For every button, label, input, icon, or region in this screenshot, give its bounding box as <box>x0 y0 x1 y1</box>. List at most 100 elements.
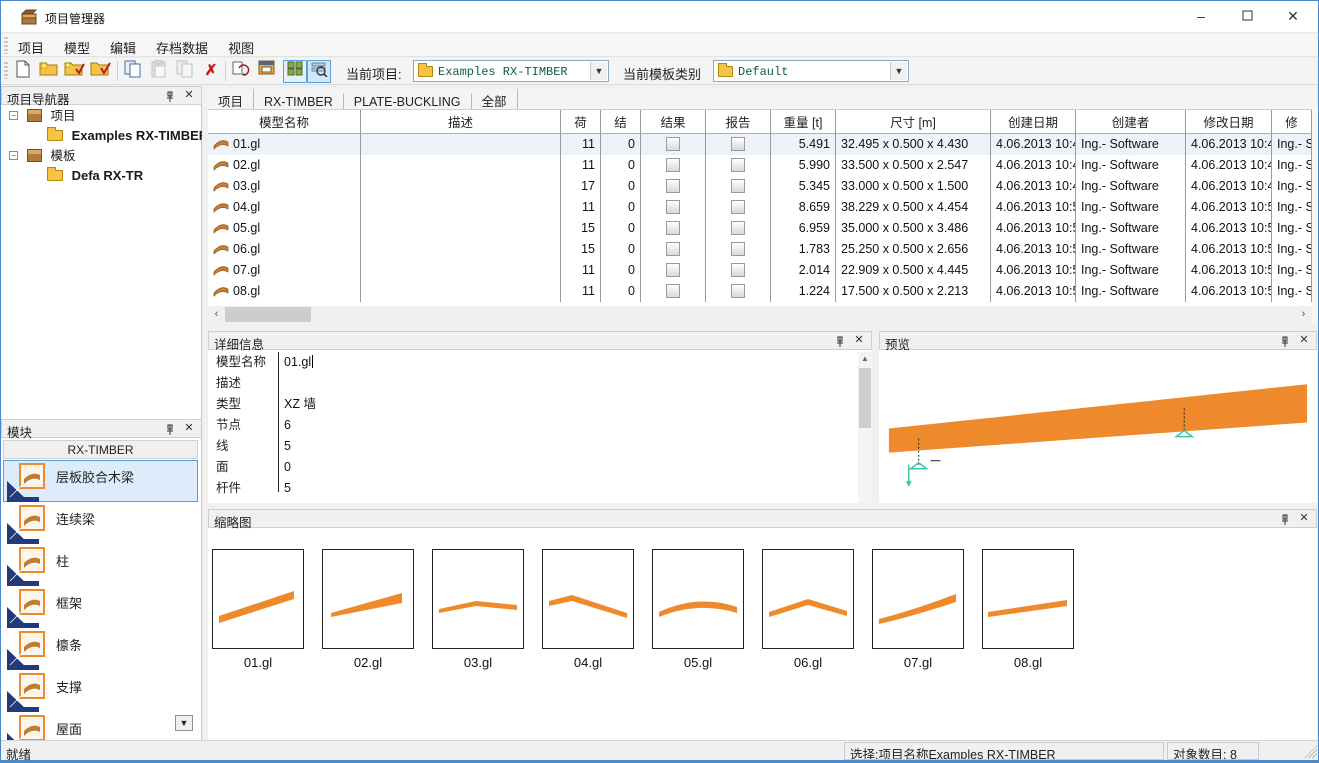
scroll-right-icon[interactable]: › <box>1295 306 1312 323</box>
tree-node-1[interactable]: Examples RX-TIMBER <box>1 126 201 146</box>
pin-icon[interactable] <box>1278 513 1292 527</box>
column-header-11[interactable]: 修 <box>1272 110 1312 134</box>
results-checkbox[interactable] <box>666 263 680 277</box>
close-panel-icon[interactable]: ✕ <box>852 333 866 347</box>
table-row[interactable]: 04.gl1108.65938.229 x 0.500 x 4.4544.06.… <box>208 197 1312 218</box>
details-vertical-scrollbar[interactable]: ▲ <box>858 352 872 503</box>
scrollbar-thumb[interactable] <box>225 307 311 322</box>
thumbnail-03.gl[interactable] <box>432 549 524 649</box>
report-checkbox[interactable] <box>731 221 745 235</box>
results-checkbox[interactable] <box>666 242 680 256</box>
menu-item-0[interactable]: 项目 <box>15 34 47 61</box>
module-item-3[interactable]: 框架 <box>3 586 198 628</box>
column-header-8[interactable]: 创建日期 <box>991 110 1076 134</box>
project-check-button[interactable] <box>89 60 113 83</box>
delete-button[interactable]: ✗ <box>199 60 223 83</box>
results-checkbox[interactable] <box>666 137 680 151</box>
report-checkbox[interactable] <box>731 242 745 256</box>
scrollbar-thumb[interactable] <box>859 368 871 428</box>
report-checkbox[interactable] <box>731 263 745 277</box>
results-checkbox[interactable] <box>666 179 680 193</box>
menu-item-2[interactable]: 编辑 <box>107 34 139 61</box>
menu-item-4[interactable]: 视图 <box>225 34 257 61</box>
thumbnail-07.gl[interactable] <box>872 549 964 649</box>
tree-expander-icon[interactable]: − <box>9 151 18 160</box>
column-header-7[interactable]: 尺寸 [m] <box>836 110 991 134</box>
results-checkbox[interactable] <box>666 158 680 172</box>
close-panel-icon[interactable]: ✕ <box>182 421 196 435</box>
column-header-2[interactable]: 荷 <box>561 110 601 134</box>
close-panel-icon[interactable]: ✕ <box>1297 511 1311 525</box>
scroll-left-icon[interactable]: ‹ <box>208 306 225 323</box>
column-header-5[interactable]: 报告 <box>706 110 771 134</box>
tree-expander-icon[interactable]: − <box>9 111 18 120</box>
column-header-9[interactable]: 创建者 <box>1076 110 1186 134</box>
thumbnail-view-toggle[interactable] <box>283 60 307 83</box>
combo-arrow-icon[interactable]: ▼ <box>590 62 607 80</box>
report-checkbox[interactable] <box>731 137 745 151</box>
module-item-5[interactable]: 支撑 <box>3 670 198 712</box>
close-panel-icon[interactable]: ✕ <box>182 88 196 102</box>
results-checkbox[interactable] <box>666 284 680 298</box>
thumbnail-05.gl[interactable] <box>652 549 744 649</box>
new-model-button[interactable] <box>11 60 35 83</box>
new-project-button[interactable] <box>37 60 61 83</box>
settings-button[interactable] <box>255 60 279 83</box>
menu-item-1[interactable]: 模型 <box>61 34 93 61</box>
minimize-button[interactable]: – <box>1178 1 1224 32</box>
duplicate-button[interactable] <box>173 60 197 83</box>
modules-group-header[interactable]: RX-TIMBER <box>3 440 198 459</box>
menubar-grip[interactable] <box>4 37 8 54</box>
tree-node-0[interactable]: − 项目 <box>1 106 201 126</box>
current-project-combobox[interactable]: Examples RX-TIMBER ▼ <box>413 60 609 82</box>
pin-icon[interactable] <box>833 335 847 349</box>
report-checkbox[interactable] <box>731 284 745 298</box>
report-checkbox[interactable] <box>731 179 745 193</box>
template-category-combobox[interactable]: Default ▼ <box>713 60 909 82</box>
modules-scroll-down-button[interactable]: ▼ <box>175 715 193 731</box>
details-preview-splitter[interactable] <box>872 331 879 503</box>
maximize-button[interactable] <box>1224 1 1270 32</box>
toolbar-grip[interactable] <box>4 62 8 79</box>
thumbnail-04.gl[interactable] <box>542 549 634 649</box>
module-item-6[interactable]: 屋面 <box>3 712 198 741</box>
results-checkbox[interactable] <box>666 221 680 235</box>
table-horizontal-scrollbar[interactable]: ‹ › <box>208 306 1312 323</box>
module-item-4[interactable]: 檩条 <box>3 628 198 670</box>
column-header-10[interactable]: 修改日期 <box>1186 110 1272 134</box>
column-header-1[interactable]: 描述 <box>361 110 561 134</box>
thumbnail-08.gl[interactable] <box>982 549 1074 649</box>
table-row[interactable]: 07.gl1102.01422.909 x 0.500 x 4.4454.06.… <box>208 260 1312 281</box>
detail-value[interactable]: 01.gl <box>284 352 313 373</box>
pin-icon[interactable] <box>1278 335 1292 349</box>
thumbnail-01.gl[interactable] <box>212 549 304 649</box>
tree-node-3[interactable]: Defa RX-TR <box>1 166 201 186</box>
open-project-button[interactable] <box>63 60 87 83</box>
module-item-1[interactable]: 连续梁 <box>3 502 198 544</box>
table-row[interactable]: 08.gl1101.22417.500 x 0.500 x 2.2134.06.… <box>208 281 1312 302</box>
scroll-up-icon[interactable]: ▲ <box>858 352 872 366</box>
table-row[interactable]: 05.gl1506.95935.000 x 0.500 x 3.4864.06.… <box>208 218 1312 239</box>
combo-arrow-icon[interactable]: ▼ <box>890 62 907 80</box>
menu-item-3[interactable]: 存档数据 <box>153 34 211 61</box>
connect-button[interactable] <box>229 60 253 83</box>
thumbnail-06.gl[interactable] <box>762 549 854 649</box>
table-row[interactable]: 06.gl1501.78325.250 x 0.500 x 2.6564.06.… <box>208 239 1312 260</box>
column-header-3[interactable]: 结 <box>601 110 641 134</box>
pin-icon[interactable] <box>163 423 177 437</box>
resize-grip[interactable] <box>1304 745 1317 758</box>
detail-view-toggle[interactable] <box>307 60 331 83</box>
close-panel-icon[interactable]: ✕ <box>1297 333 1311 347</box>
module-item-2[interactable]: 柱 <box>3 544 198 586</box>
column-header-6[interactable]: 重量 [t] <box>771 110 836 134</box>
table-row[interactable]: 02.gl1105.99033.500 x 0.500 x 2.5474.06.… <box>208 155 1312 176</box>
close-button[interactable]: ✕ <box>1270 1 1316 32</box>
column-header-0[interactable]: 模型名称^ <box>208 110 361 134</box>
report-checkbox[interactable] <box>731 158 745 172</box>
copy-button[interactable] <box>121 60 145 83</box>
table-row[interactable]: 03.gl1705.34533.000 x 0.500 x 1.5004.06.… <box>208 176 1312 197</box>
results-checkbox[interactable] <box>666 200 680 214</box>
report-checkbox[interactable] <box>731 200 745 214</box>
paste-button[interactable] <box>147 60 171 83</box>
pin-icon[interactable] <box>163 90 177 104</box>
